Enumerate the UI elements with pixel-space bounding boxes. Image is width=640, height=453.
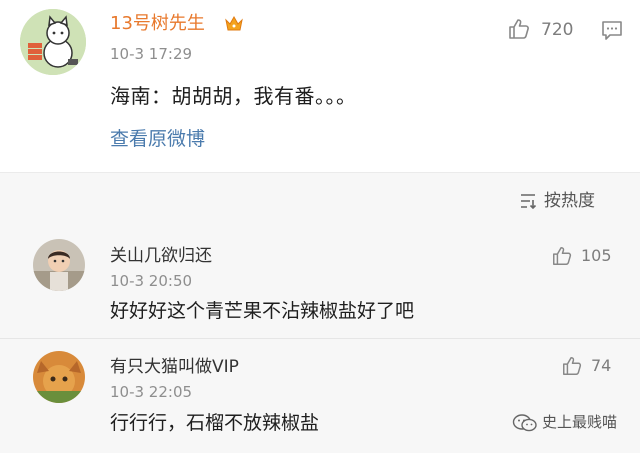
sort-label: 按热度 [544,191,595,211]
like-count: 105 [581,246,612,265]
commenter-name[interactable]: 关山几欲归还 [110,246,212,267]
post-text: 海南：胡胡胡，我有番。。。 [110,84,357,108]
avatar[interactable] [33,351,85,403]
sort-by-hot-button[interactable]: 按热度 [518,190,618,212]
comment-text: 行行行，石榴不放辣椒盐 [110,412,320,434]
crown-icon [225,15,243,31]
main-post: 13号树先生 10-3 17:29 海南：胡胡胡，我有番。。。 查看原微博 72… [0,0,640,172]
cat-photo-avatar-icon [33,351,85,403]
author-name[interactable]: 13号树先生 [110,13,205,35]
comment-time: 10-3 20:50 [110,272,193,290]
avatar[interactable] [33,239,85,291]
thumbs-up-icon [563,357,582,375]
thumbs-up-icon [509,19,529,39]
post-time: 10-3 17:29 [110,45,193,63]
cat-avatar-icon [20,9,86,75]
watermark-text: 史上最贱喵 [542,413,618,431]
comment-divider [0,338,640,339]
wechat-icon [512,414,537,432]
thumbs-up-icon [553,247,572,265]
sort-icon [521,194,537,210]
comment-icon[interactable] [601,19,623,41]
like-count: 74 [591,356,612,375]
comment-time: 10-3 22:05 [110,383,193,401]
avatar[interactable] [20,9,86,75]
comments-section: 按热度 关山几欲归还 10-3 20:50 好好好这个青芒果不沾辣椒盐好了吧 1… [0,172,640,453]
comment-text: 好好好这个青芒果不沾辣椒盐好了吧 [110,300,415,322]
child-avatar-icon [33,239,85,291]
view-original-link[interactable]: 查看原微博 [110,126,205,152]
like-count: 720 [541,20,574,40]
commenter-name[interactable]: 有只大猫叫做VIP [110,357,239,378]
